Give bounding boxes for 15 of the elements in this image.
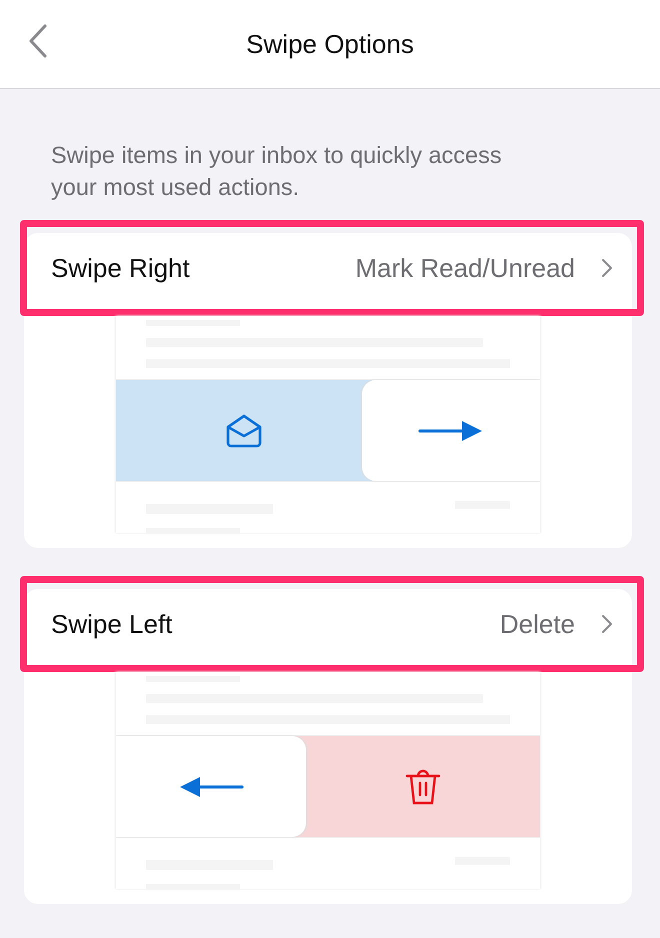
option-row[interactable]: Swipe Left Delete [20, 576, 644, 672]
option-label: Swipe Left [51, 608, 174, 640]
description-text: Swipe items in your inbox to quickly access your most used actions. [50, 141, 503, 202]
envelope-icon [225, 414, 263, 448]
option-value: Delete [500, 608, 575, 640]
chevron-icon [601, 258, 613, 278]
arrow-left-icon [178, 774, 244, 798]
option-value: Mark Read/Unread [355, 252, 575, 284]
option-row[interactable]: Swipe Right Mark Read/Unread [20, 220, 644, 316]
option-label: Swipe Right [51, 252, 191, 284]
back-icon[interactable] [28, 24, 48, 58]
screen-title: Swipe Options [246, 28, 414, 60]
chevron-icon [601, 614, 613, 634]
trash-icon [405, 768, 441, 806]
arrow-right-icon [418, 418, 484, 442]
